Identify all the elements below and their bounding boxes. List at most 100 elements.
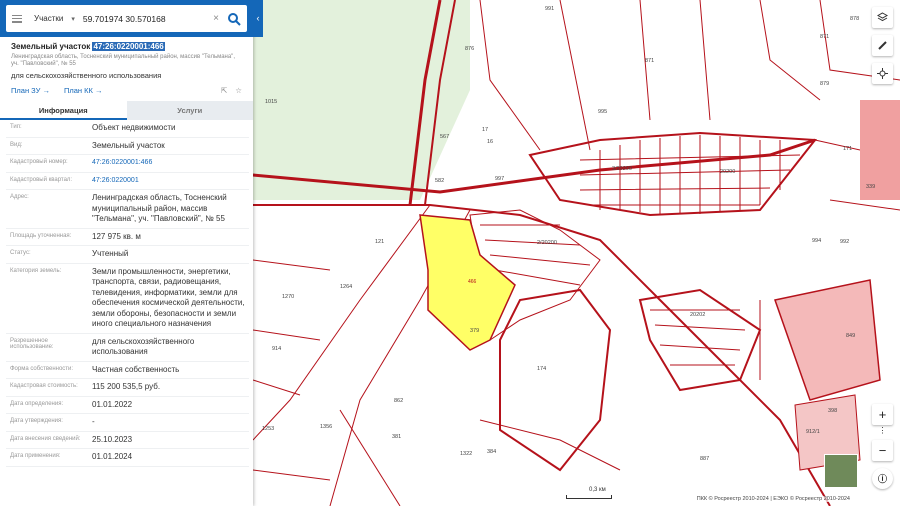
detail-row: Дата применения: 01.01.2024 — [6, 449, 249, 467]
svg-text:1015: 1015 — [265, 99, 277, 105]
search-input[interactable]: 59.701974 30.570168 — [83, 14, 213, 24]
collapse-panel-button[interactable]: ‹ — [253, 0, 263, 37]
info-icon: ⓘ — [877, 474, 887, 484]
tab-info[interactable]: Информация — [0, 101, 127, 120]
svg-text:20202: 20202 — [690, 312, 705, 318]
svg-text:567: 567 — [440, 134, 449, 140]
zoom-out-button[interactable]: − — [872, 440, 893, 461]
detail-row: Тип: Объект недвижимости — [6, 120, 249, 138]
close-icon[interactable]: × — [213, 13, 219, 24]
svg-text:3/20200: 3/20200 — [612, 166, 632, 172]
cadastral-number[interactable]: 47:26:0220001:466 — [92, 42, 165, 51]
ruler-icon — [878, 41, 887, 50]
svg-text:1270: 1270 — [282, 294, 294, 300]
svg-text:912/1: 912/1 — [806, 429, 820, 435]
info-panel: Участки ▾ 59.701974 30.570168 × Земельны… — [0, 0, 253, 506]
detail-value: для сельскохозяйственного использования — [92, 336, 195, 357]
parcel-address: Ленинградская область, Тосненский муници… — [11, 54, 235, 67]
share-icon[interactable]: ⇱ — [221, 86, 227, 95]
detail-value: Частная собственность — [92, 364, 180, 374]
detail-key: Статус: — [10, 250, 31, 256]
detail-value: Учтенный — [92, 249, 129, 258]
svg-text:1264: 1264 — [340, 284, 352, 290]
svg-text:121: 121 — [375, 239, 384, 245]
svg-text:997: 997 — [495, 176, 504, 182]
basemap-thumbnail[interactable] — [824, 454, 858, 488]
detail-value: Ленинградская область, Тосненский муници… — [92, 193, 227, 223]
layers-icon — [877, 12, 888, 22]
svg-text:887: 887 — [700, 456, 709, 462]
detail-row: Дата определения: 01.01.2022 — [6, 397, 249, 414]
svg-text:849: 849 — [846, 333, 855, 339]
star-icon[interactable]: ☆ — [235, 86, 242, 95]
svg-text:879: 879 — [820, 81, 829, 87]
selected-parcel-label: 466 — [468, 279, 477, 285]
svg-text:398: 398 — [828, 408, 837, 414]
minus-icon: − — [878, 443, 887, 458]
detail-key: Дата применения: — [10, 453, 61, 459]
detail-key: Форма собственности: — [10, 365, 74, 372]
svg-text:914: 914 — [272, 346, 281, 352]
menu-icon[interactable] — [12, 14, 22, 23]
svg-text:862: 862 — [394, 398, 403, 404]
layers-button[interactable] — [872, 7, 893, 28]
svg-text:339: 339 — [866, 184, 875, 190]
parcel-title: Земельный участок 47:26:0220001:466 — [11, 42, 165, 51]
svg-text:20200: 20200 — [720, 169, 735, 175]
detail-value: Объект недвижимости — [92, 123, 176, 132]
detail-key: Дата внесения сведений: — [10, 435, 81, 442]
detail-value: 25.10.2023 — [92, 434, 133, 444]
svg-text:379: 379 — [470, 328, 479, 334]
detail-row: Статус: Учтенный — [6, 246, 249, 264]
detail-row: Дата внесения сведений: 25.10.2023 — [6, 432, 249, 449]
detail-key: Кадастровый номер: — [10, 159, 68, 165]
plan-zu-link[interactable]: План ЗУ → — [11, 86, 50, 95]
svg-text:171: 171 — [843, 146, 852, 152]
detail-row: Кадастровая стоимость: 115 200 535,5 руб. — [6, 379, 249, 397]
chevron-down-icon[interactable]: ▾ — [71, 15, 75, 23]
attribution: ПКК © Росреестр 2010-2024 | ЕЭКО © Росре… — [694, 496, 852, 502]
svg-text:994: 994 — [812, 238, 821, 244]
detail-row: Вид: Земельный участок — [6, 138, 249, 155]
plan-kk-link[interactable]: План КК → — [64, 86, 103, 95]
detail-row: Разрешенное использование: для сельскохоз… — [6, 334, 249, 362]
scale-bar: 0,3 км — [566, 487, 612, 499]
detail-key: Кадастровый квартал: — [10, 176, 73, 183]
search-box[interactable]: Участки ▾ 59.701974 30.570168 × — [6, 5, 247, 32]
info-button[interactable]: ⓘ — [872, 468, 893, 489]
detail-row: Кадастровый квартал: 47:26:0220001 — [6, 173, 249, 190]
search-mode-select[interactable]: Участки — [34, 14, 63, 23]
svg-text:1322: 1322 — [460, 451, 472, 457]
detail-value: Земельный участок — [92, 140, 165, 150]
svg-text:582: 582 — [435, 178, 444, 184]
detail-row: Форма собственности: Частная собственност… — [6, 362, 249, 379]
tab-services[interactable]: Услуги — [126, 101, 253, 120]
svg-text:1253: 1253 — [262, 426, 274, 432]
locate-button[interactable] — [872, 63, 893, 84]
detail-key: Адрес: — [10, 194, 29, 200]
detail-key: Площадь уточненная: — [10, 232, 72, 239]
detail-row: Площадь уточненная: 127 975 кв. м — [6, 229, 249, 246]
svg-text:174: 174 — [537, 366, 546, 372]
detail-row: Дата утверждения: - — [6, 414, 249, 432]
detail-key: Кадастровая стоимость: — [10, 383, 78, 389]
detail-value: 01.01.2024 — [92, 452, 133, 461]
crosshair-icon — [877, 68, 888, 79]
detail-value: 115 200 535,5 руб. — [92, 382, 161, 391]
detail-value[interactable]: 47:26:0220001:466 — [92, 158, 249, 169]
detail-value[interactable]: 47:26:0220001 — [92, 176, 249, 187]
svg-text:384: 384 — [487, 449, 496, 455]
ruler-button[interactable] — [872, 35, 893, 56]
detail-key: Тип: — [10, 124, 22, 130]
detail-value: 127 975 кв. м — [92, 231, 141, 241]
parcel-use: для сельскохозяйственного использования — [11, 71, 162, 80]
svg-text:871: 871 — [645, 58, 654, 64]
details-list: Тип: Объект недвижимости Вид: Земельный уча… — [0, 120, 253, 467]
search-icon[interactable] — [227, 12, 241, 26]
detail-value: - — [92, 417, 95, 426]
svg-text:991: 991 — [545, 6, 554, 12]
detail-row: Адрес: Ленинградская область, Тосненский … — [6, 190, 249, 229]
more-button[interactable]: ⋮ — [872, 420, 893, 441]
svg-text:876: 876 — [465, 46, 474, 52]
svg-text:2/20200: 2/20200 — [537, 240, 557, 246]
